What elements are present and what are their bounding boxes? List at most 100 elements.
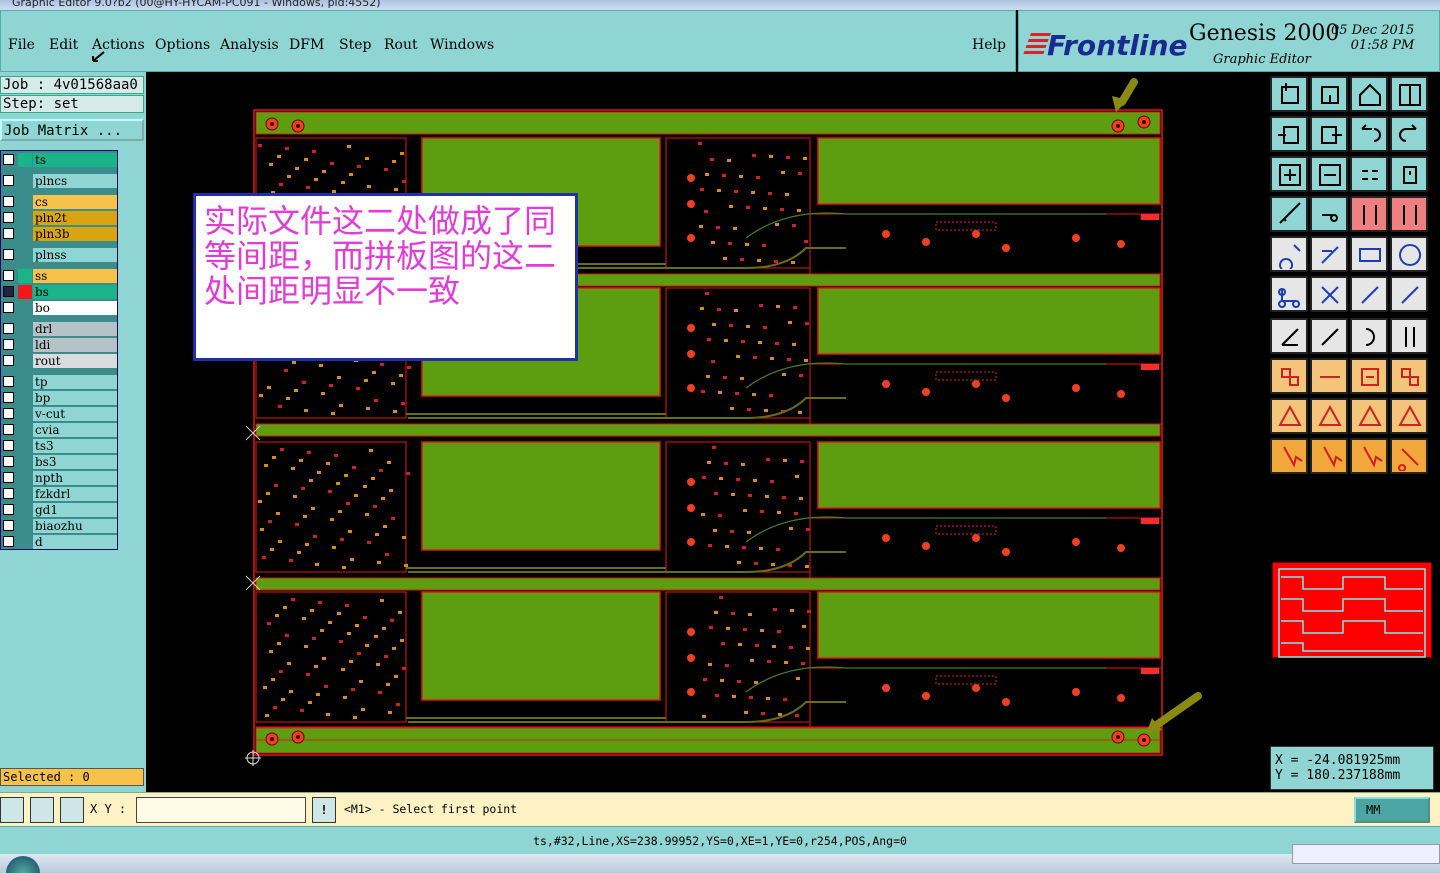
cross-icon[interactable] <box>1310 276 1348 312</box>
select-icon[interactable] <box>1270 438 1308 474</box>
step-right-icon[interactable] <box>1310 116 1348 152</box>
move-icon[interactable] <box>1350 276 1388 312</box>
layer-checkbox[interactable] <box>3 536 14 547</box>
home-icon[interactable] <box>1350 76 1388 112</box>
layer-row-cvia[interactable]: cvia <box>1 423 117 437</box>
layer-checkbox[interactable] <box>3 392 14 403</box>
layer-checkbox[interactable] <box>3 355 14 366</box>
layer-row-ts[interactable]: ts <box>1 153 117 167</box>
resize-icon[interactable] <box>1350 358 1388 394</box>
layer-row-tp[interactable]: tp <box>1 375 117 389</box>
add-arc-icon[interactable] <box>1390 236 1428 272</box>
layer-row-npth[interactable]: npth <box>1 471 117 485</box>
layer-checkbox[interactable] <box>3 212 14 223</box>
layer-checkbox[interactable] <box>3 175 14 186</box>
layer-row-rout[interactable]: rout <box>1 354 117 368</box>
layer-row-gd1[interactable]: gd1 <box>1 503 117 517</box>
layer-checkbox[interactable] <box>3 249 14 260</box>
transform-icon[interactable] <box>1270 358 1308 394</box>
measure-icon[interactable] <box>1270 196 1308 232</box>
units-selector[interactable]: MM <box>1354 797 1430 823</box>
open-step-icon[interactable] <box>1270 76 1308 112</box>
step-left-icon[interactable] <box>1270 116 1308 152</box>
save-icon[interactable] <box>1310 76 1348 112</box>
layer-row-d[interactable]: d <box>1 535 117 549</box>
layer-row-bo[interactable]: bo <box>1 301 117 315</box>
xy-input[interactable] <box>136 797 306 823</box>
layer-row-v-cut[interactable]: v-cut <box>1 407 117 421</box>
slash-icon[interactable] <box>1310 318 1348 354</box>
layer-row-drl[interactable]: drl <box>1 322 117 336</box>
menu-dfm[interactable]: DFM <box>289 37 324 53</box>
menu-analysis[interactable]: Analysis <box>220 37 279 53</box>
menu-edit[interactable]: Edit <box>49 37 78 53</box>
layer-checkbox[interactable] <box>3 154 14 165</box>
add-surface-icon[interactable] <box>1350 236 1388 272</box>
layer-row-bs[interactable]: bs <box>1 285 117 299</box>
layer-checkbox[interactable] <box>3 408 14 419</box>
layer-checkbox[interactable] <box>3 472 14 483</box>
add-pad-icon[interactable] <box>1270 236 1308 272</box>
select4-icon[interactable] <box>1390 438 1428 474</box>
triangle-icon[interactable] <box>1270 398 1308 434</box>
net-icon[interactable] <box>1270 276 1308 312</box>
angle-tool-icon[interactable] <box>30 797 54 823</box>
undo-icon[interactable] <box>1350 116 1388 152</box>
menu-file[interactable]: File <box>8 37 35 53</box>
menu-help[interactable]: Help <box>972 37 1006 53</box>
layer-row-ts3[interactable]: ts3 <box>1 439 117 453</box>
grid-tool-icon[interactable] <box>60 797 84 823</box>
layer-row-pln2t[interactable]: pln2t <box>1 211 117 225</box>
mirror-icon[interactable] <box>1390 318 1428 354</box>
graphic-canvas[interactable] <box>146 72 1268 792</box>
job-matrix-button[interactable]: Job Matrix ... <box>0 119 144 141</box>
menu-options[interactable]: Options <box>155 37 210 53</box>
layer-row-ldi[interactable]: ldi <box>1 338 117 352</box>
menu-windows[interactable]: Windows <box>430 37 494 53</box>
menu-rout[interactable]: Rout <box>384 37 418 53</box>
layer-row-ss[interactable]: ss <box>1 269 117 283</box>
layer-checkbox[interactable] <box>3 504 14 515</box>
layer-checkbox[interactable] <box>3 520 14 531</box>
layer-checkbox[interactable] <box>3 488 14 499</box>
layer-compare-icon[interactable] <box>1350 196 1388 232</box>
layer-row-bp[interactable]: bp <box>1 391 117 405</box>
start-button-icon[interactable] <box>6 856 40 873</box>
exclamation-icon[interactable]: ! <box>312 797 336 823</box>
add-line-icon[interactable] <box>1310 236 1348 272</box>
window-icon[interactable] <box>1390 76 1428 112</box>
menu-step[interactable]: Step <box>339 37 371 53</box>
layer-checkbox[interactable] <box>3 440 14 451</box>
layer-row-plncs[interactable]: plncs <box>1 174 117 188</box>
layer-checkbox[interactable] <box>3 323 14 334</box>
layer-row-fzkdrl[interactable]: fzkdrl <box>1 487 117 501</box>
layer-checkbox[interactable] <box>3 286 14 297</box>
redo-icon[interactable] <box>1390 116 1428 152</box>
layer-checkbox[interactable] <box>3 424 14 435</box>
layer-row-biaozhu[interactable]: biaozhu <box>1 519 117 533</box>
layer-row-plnss[interactable]: plnss <box>1 248 117 262</box>
overview-minimap[interactable] <box>1272 562 1432 658</box>
layer-checkbox[interactable] <box>3 376 14 387</box>
copy-icon[interactable] <box>1390 276 1428 312</box>
select2-icon[interactable] <box>1310 438 1348 474</box>
pin-icon[interactable] <box>1310 196 1348 232</box>
layer-checkbox[interactable] <box>3 339 14 350</box>
triangle4-icon[interactable] <box>1390 398 1428 434</box>
minus-icon[interactable] <box>1310 358 1348 394</box>
layer-checkbox[interactable] <box>3 270 14 281</box>
select3-icon[interactable] <box>1350 438 1388 474</box>
help-icon[interactable] <box>1390 156 1428 192</box>
rotate-icon[interactable] <box>1350 318 1388 354</box>
ime-toolbar[interactable] <box>1292 844 1440 864</box>
layer-checkbox[interactable] <box>3 196 14 207</box>
triangle2-icon[interactable] <box>1310 398 1348 434</box>
zoom-fit-icon[interactable] <box>1270 156 1308 192</box>
layer-checkbox[interactable] <box>3 456 14 467</box>
snap-tool-icon[interactable] <box>0 797 24 823</box>
layer-compare2-icon[interactable] <box>1390 196 1428 232</box>
angle-icon[interactable] <box>1270 318 1308 354</box>
layer-row-pln3b[interactable]: pln3b <box>1 227 117 241</box>
triangle3-icon[interactable] <box>1350 398 1388 434</box>
layer-row-cs[interactable]: cs <box>1 195 117 209</box>
